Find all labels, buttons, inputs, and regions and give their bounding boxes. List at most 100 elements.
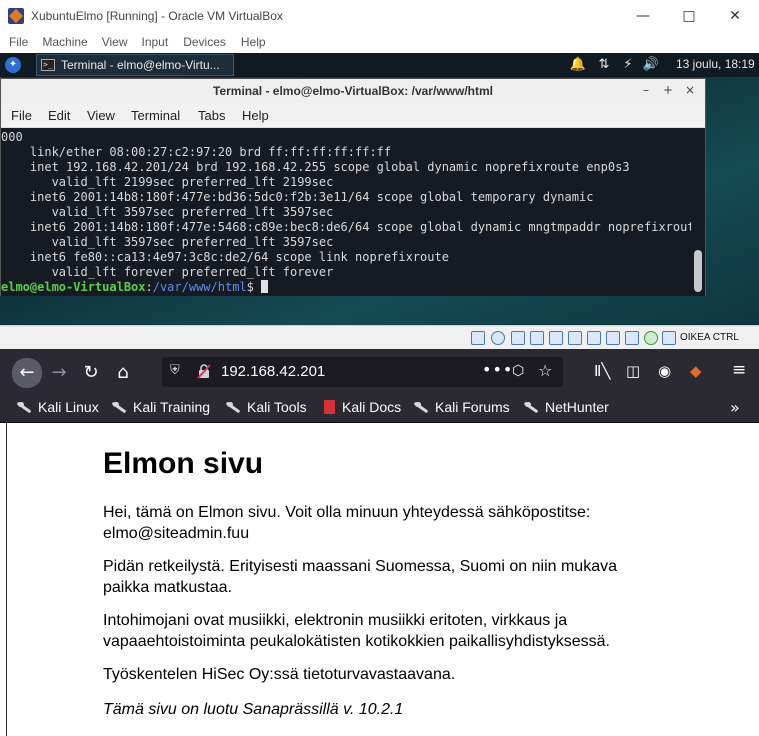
taskbar-terminal-label: Terminal - elmo@elmo-Virtu... [61, 58, 220, 72]
shared-folders-icon[interactable] [568, 331, 582, 345]
terminal-scrollbar[interactable] [691, 128, 705, 296]
guest-desktop: ✦ >_ Terminal - elmo@elmo-Virtu... 🔔 ⇅ ⚡… [0, 53, 759, 325]
volume-icon[interactable]: 🔊 [642, 56, 660, 74]
forward-button[interactable]: → [45, 359, 73, 387]
reload-button[interactable]: ↻ [77, 359, 105, 387]
terminal-menu-file[interactable]: File [11, 108, 32, 123]
bookmark-nethunter[interactable]: NetHunter [523, 399, 609, 415]
terminal-minimize-button[interactable]: – [643, 83, 649, 97]
terminal-line: valid_lft 2199sec preferred_lft 2199sec [1, 175, 334, 189]
optical-drive-icon[interactable] [491, 331, 505, 345]
terminal-menu-help[interactable]: Help [242, 108, 269, 123]
bookmark-star-icon[interactable]: ☆ [538, 361, 552, 380]
bookmarks-overflow-chevron-icon[interactable]: » [730, 398, 740, 417]
sidebar-icon[interactable]: ◫ [626, 362, 640, 380]
bookmark-kali-docs[interactable]: Kali Docs [324, 399, 401, 415]
insecure-lock-icon[interactable] [197, 364, 211, 379]
account-icon[interactable]: ◉ [658, 362, 671, 380]
virtualbox-window-title: XubuntuElmo [Running] - Oracle VM Virtua… [31, 9, 283, 23]
virtualbox-statusbar: OIKEA CTRL [0, 325, 759, 349]
close-window-button[interactable]: ✕ [712, 0, 758, 32]
vb-menu-machine[interactable]: Machine [42, 32, 87, 53]
library-icon[interactable]: Ⅱ╲ [594, 362, 610, 380]
terminal-prompt-line: elmo@elmo-VirtualBox:/var/www/html$ [1, 280, 691, 295]
home-button[interactable]: ⌂ [109, 359, 137, 387]
terminal-output[interactable]: 000 link/ether 08:00:27:c2:97:20 brd ff:… [1, 128, 691, 296]
kali-dragon-icon [413, 400, 429, 414]
terminal-line: link/ether 08:00:27:c2:97:20 brd ff:ff:f… [1, 145, 392, 159]
terminal-line: inet6 2001:14b8:180f:477e:5468:c89e:bec8… [1, 220, 691, 234]
bookmarks-toolbar: Kali Linux Kali Training Kali Tools Kali… [0, 395, 759, 423]
mouse-integration-icon[interactable] [644, 331, 658, 345]
recording-icon[interactable] [606, 331, 620, 345]
bookmark-label: Kali Docs [342, 399, 402, 415]
pocket-icon[interactable]: ⬡ [512, 363, 524, 379]
extension-icon[interactable]: ◆ [690, 362, 702, 380]
bookmark-kali-forums[interactable]: Kali Forums [413, 399, 510, 415]
bookmark-label: NetHunter [545, 399, 609, 415]
terminal-line: inet6 fe80::ca13:4e97:3c8c:de2/64 scope … [1, 250, 449, 264]
minimize-window-button[interactable]: — [620, 0, 666, 32]
keyboard-capture-icon[interactable] [662, 331, 676, 345]
bookmark-label: Kali Training [133, 399, 211, 415]
terminal-line: inet 192.168.42.201/24 brd 192.168.42.25… [1, 160, 630, 174]
whisker-menu-icon[interactable]: ✦ [5, 57, 21, 73]
bookmark-kali-tools[interactable]: Kali Tools [225, 399, 307, 415]
back-button[interactable]: ← [12, 358, 42, 388]
page-actions-icon[interactable]: ••• [482, 360, 513, 379]
audio-icon[interactable] [511, 331, 525, 345]
terminal-menu-edit[interactable]: Edit [48, 108, 70, 123]
vb-menu-input[interactable]: Input [142, 32, 169, 53]
terminal-line: valid_lft forever preferred_lft forever [1, 265, 334, 279]
terminal-title: Terminal - elmo@elmo-VirtualBox: /var/ww… [213, 84, 493, 98]
hamburger-menu-icon[interactable]: ≡ [732, 360, 746, 380]
url-text[interactable]: 192.168.42.201 [221, 363, 325, 380]
tracking-protection-shield-icon[interactable]: ⛨ [170, 363, 180, 378]
hard-disk-icon[interactable] [471, 331, 485, 345]
network-icon[interactable]: ⇅ [595, 56, 613, 74]
bookmark-kali-linux[interactable]: Kali Linux [16, 399, 99, 415]
terminal-scrollbar-thumb[interactable] [694, 250, 702, 292]
page-heading: Elmon sivu [103, 447, 264, 480]
vb-menu-file[interactable]: File [9, 32, 28, 53]
maximize-window-button[interactable]: □ [666, 0, 712, 32]
host-key-label: OIKEA CTRL [680, 332, 739, 343]
network-adapter-icon[interactable] [530, 331, 544, 345]
vb-menu-devices[interactable]: Devices [183, 32, 226, 53]
terminal-maximize-button[interactable]: + [663, 83, 673, 97]
virtualbox-app-icon [8, 8, 24, 24]
terminal-close-button[interactable]: × [685, 83, 695, 97]
panel-clock[interactable]: 13 joulu, 18:19 [676, 57, 755, 71]
terminal-cursor [261, 280, 269, 293]
terminal-line: 000 [1, 130, 23, 144]
prompt-user: elmo@elmo-VirtualBox [1, 280, 146, 294]
bookmark-kali-training[interactable]: Kali Training [111, 399, 210, 415]
prompt-symbol: $ [246, 280, 262, 294]
notification-bell-icon[interactable]: 🔔 [569, 56, 587, 74]
page-footer-note: Tämä sivu on luotu Sanaprässillä v. 10.2… [103, 701, 404, 718]
usb-icon[interactable] [549, 331, 563, 345]
terminal-titlebar[interactable]: Terminal - elmo@elmo-VirtualBox: /var/ww… [1, 79, 705, 103]
url-bar[interactable]: ⛨ 192.168.42.201 ••• ⬡ ☆ [162, 357, 563, 387]
power-icon[interactable]: ⚡ [619, 56, 637, 74]
page-paragraph: Pidän retkeilystä. Erityisesti maassani … [103, 558, 617, 596]
kali-dragon-icon [111, 400, 127, 414]
virtualbox-menubar: File Machine View Input Devices Help [0, 32, 759, 53]
terminal-menu-terminal[interactable]: Terminal [131, 108, 180, 123]
display-icon[interactable] [587, 331, 601, 345]
vb-menu-view[interactable]: View [102, 32, 128, 53]
terminal-menubar: File Edit View Terminal Tabs Help [1, 103, 705, 128]
kali-dragon-icon [523, 400, 539, 414]
bookmark-label: Kali Tools [247, 399, 307, 415]
web-page-content: Elmon sivu Hei, tämä on Elmon sivu. Voit… [6, 423, 759, 736]
browser-toolbar: ← → ↻ ⌂ ⛨ 192.168.42.201 ••• ⬡ ☆ Ⅱ╲ ◫ ◉ … [0, 349, 759, 395]
cpu-icon[interactable] [625, 331, 639, 345]
terminal-line: inet6 2001:14b8:180f:477e:bd36:5dc0:f2b:… [1, 190, 594, 204]
vb-menu-help[interactable]: Help [241, 32, 266, 53]
terminal-menu-tabs[interactable]: Tabs [198, 108, 225, 123]
terminal-menu-view[interactable]: View [87, 108, 115, 123]
page-paragraph: Intohimojani ovat musiikki, elektronin m… [103, 612, 610, 650]
terminal-line: valid_lft 3597sec preferred_lft 3597sec [1, 235, 334, 249]
taskbar-terminal-button[interactable]: >_ Terminal - elmo@elmo-Virtu... [36, 54, 234, 76]
terminal-line: valid_lft 3597sec preferred_lft 3597sec [1, 205, 334, 219]
